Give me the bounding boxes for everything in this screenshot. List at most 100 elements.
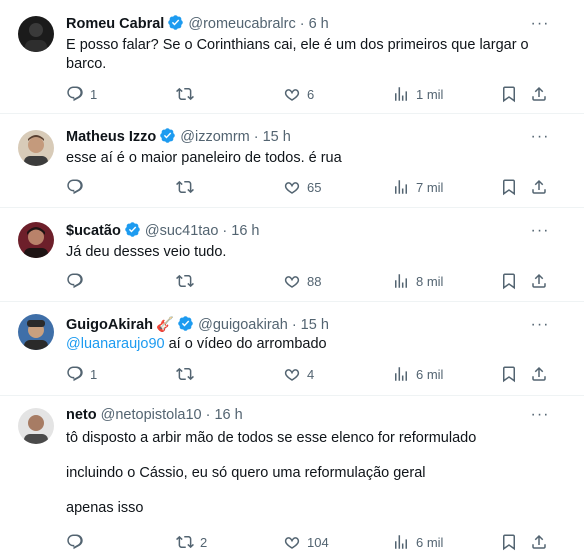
share-icon [530,85,548,103]
share-button[interactable] [530,177,548,197]
retweet-button[interactable] [176,84,200,104]
separator-dot: · [291,317,297,333]
timestamp[interactable]: 15 h [263,129,291,145]
avatar-image [18,314,54,350]
bookmark-button[interactable] [500,177,518,197]
views-button[interactable]: 6 mil [392,364,443,384]
like-count: 65 [307,179,322,195]
share-button[interactable] [530,364,548,384]
reply-button[interactable] [66,177,90,197]
view-count: 6 mil [416,534,444,550]
avatar[interactable] [18,314,54,350]
more-horizontal-icon[interactable]: ··· [530,129,550,150]
tweet-header: $ucatão @suc41tao · 16 h [66,221,260,241]
like-button[interactable]: 104 [283,532,329,552]
tweet-text-line: incluindo o Cássio, eu só quero uma refo… [66,465,426,481]
share-button[interactable] [530,532,548,552]
reply-button[interactable] [66,532,90,552]
reply-button[interactable]: 1 [66,84,97,104]
bookmark-button[interactable] [500,364,518,384]
tweet-text-line: Já deu desses veio tudo. [66,244,227,260]
view-count: 8 mil [416,273,444,289]
bookmark-button[interactable] [500,84,518,104]
more-horizontal-icon[interactable]: ··· [530,407,550,428]
reply-icon [66,85,84,103]
tweet-header: neto @netopistola10 · 16 h [66,405,243,425]
tweet-text: tô disposto a arbir mão de todos se esse… [66,429,554,518]
user-handle[interactable]: @netopistola10 [101,407,202,423]
tweet-1[interactable]: Romeu Cabral @romeucabralrc · 6 h ··· E po… [0,0,584,114]
tweet-5[interactable]: neto @netopistola10 · 16 h ··· tô disposto… [0,395,584,557]
views-button[interactable]: 1 mil [392,84,443,104]
share-button[interactable] [530,84,548,104]
display-name[interactable]: Romeu Cabral [66,16,164,32]
user-handle[interactable]: @suc41tao [145,223,219,239]
bookmark-button[interactable] [500,532,518,552]
retweet-button[interactable] [176,364,200,384]
like-button[interactable]: 4 [283,364,314,384]
avatar[interactable] [18,222,54,258]
reply-button[interactable]: 1 [66,364,97,384]
tweet-2[interactable]: Matheus Izzo @izzomrm · 15 h ··· esse aí é… [0,113,584,208]
timestamp[interactable]: 16 h [231,223,259,239]
views-button[interactable]: 7 mil [392,177,443,197]
reply-count: 1 [90,366,98,382]
heart-icon [283,272,301,290]
display-name[interactable]: GuigoAkirah [66,317,153,333]
avatar-image [18,408,54,444]
display-name[interactable]: neto [66,407,97,423]
more-horizontal-icon[interactable]: ··· [530,223,550,244]
reply-button[interactable] [66,271,90,291]
timestamp[interactable]: 15 h [301,317,329,333]
user-handle[interactable]: @guigoakirah [198,317,288,333]
avatar[interactable] [18,408,54,444]
tweet-4[interactable]: GuigoAkirah 🎸 @guigoakirah · 15 h ··· @luan… [0,301,584,396]
tweet-text-body: aí o vídeo do arrombado [164,336,327,352]
bookmark-icon [500,85,518,103]
retweet-button[interactable]: 2 [176,532,207,552]
views-button[interactable]: 6 mil [392,532,443,552]
bookmark-icon [500,272,518,290]
display-name[interactable]: Matheus Izzo [66,129,156,145]
verified-badge-icon [167,14,184,31]
tweet-text-line: esse aí é o maior paneleiro de todos. é … [66,150,342,166]
mention-link[interactable]: @luanaraujo90 [66,336,165,352]
retweet-icon [176,178,194,196]
heart-icon [283,365,301,383]
like-count: 88 [307,273,322,289]
separator-dot: · [299,16,305,32]
tweet-3[interactable]: $ucatão @suc41tao · 16 h ··· Já deu desses… [0,207,584,302]
verified-badge-icon [124,221,141,238]
action-bar: 1 6 1 mil [0,84,584,104]
tweet-text-line: barco. [66,56,107,72]
heart-icon [283,85,301,103]
retweet-icon [176,533,194,551]
views-button[interactable]: 8 mil [392,271,443,291]
like-button[interactable]: 6 [283,84,314,104]
timestamp[interactable]: 16 h [214,407,242,423]
like-button[interactable]: 88 [283,271,321,291]
views-icon [392,533,410,551]
view-count: 1 mil [416,86,444,102]
action-bar: 1 4 6 mil [0,364,584,384]
like-count: 6 [307,86,315,102]
avatar[interactable] [18,16,54,52]
timestamp[interactable]: 6 h [309,16,329,32]
tweet-header: GuigoAkirah 🎸 @guigoakirah · 15 h [66,315,329,335]
views-icon [392,85,410,103]
like-button[interactable]: 65 [283,177,321,197]
display-name[interactable]: $ucatão [66,223,121,239]
reply-icon [66,178,84,196]
bookmark-button[interactable] [500,271,518,291]
user-handle[interactable]: @izzomrm [180,129,250,145]
more-horizontal-icon[interactable]: ··· [530,16,550,37]
tweet-header: Matheus Izzo @izzomrm · 15 h [66,127,291,147]
avatar-image [18,130,54,166]
user-handle[interactable]: @romeucabralrc [188,16,295,32]
avatar[interactable] [18,130,54,166]
tweet-text: esse aí é o maior paneleiro de todos. é … [66,149,554,168]
retweet-button[interactable] [176,177,200,197]
retweet-button[interactable] [176,271,200,291]
share-button[interactable] [530,271,548,291]
tweet-text-line: apenas isso [66,500,144,516]
